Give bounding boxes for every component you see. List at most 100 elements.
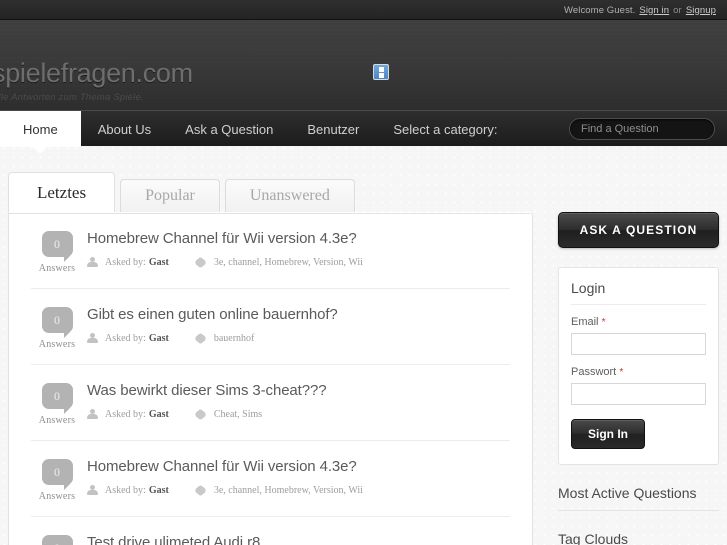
asked-by-group: Asked by: Gast xyxy=(87,257,169,268)
required-mark: * xyxy=(601,317,606,328)
question-author[interactable]: Gast xyxy=(149,257,169,268)
question-tags[interactable]: Cheat, Sims xyxy=(214,409,262,420)
question-author[interactable]: Gast xyxy=(149,409,169,420)
answers-label: Answers xyxy=(38,339,76,350)
sidebar: ASK A QUESTION Login Email * Passwort * … xyxy=(558,212,719,545)
most-active-questions-heading: Most Active Questions xyxy=(558,485,719,511)
logo-tagline: Alle Antworten zum Thema Spiele. xyxy=(0,92,144,103)
tag-icon xyxy=(195,409,208,420)
login-title: Login xyxy=(571,280,706,305)
password-label: Passwort * xyxy=(571,366,706,378)
question-body: Test drive ulimeted Audi r8 Asked by: Ga… xyxy=(83,534,510,545)
password-label-text: Passwort xyxy=(571,366,617,378)
question-body: Gibt es einen guten online bauernhof? As… xyxy=(83,306,510,344)
top-utility-links: Welcome Guest. Sign in or Signup xyxy=(564,0,716,20)
question-body: Was bewirkt dieser Sims 3-cheat??? Asked… xyxy=(83,382,510,420)
nav-item-ask-a-question[interactable]: Ask a Question xyxy=(168,111,290,147)
welcome-text: Welcome Guest. xyxy=(563,4,636,16)
question-title[interactable]: Homebrew Channel für Wii version 4.3e? xyxy=(87,230,510,248)
broken-image-icon xyxy=(373,64,389,80)
answer-count: 0 Answers xyxy=(31,458,83,502)
ask-a-question-button[interactable]: ASK A QUESTION xyxy=(558,212,719,248)
question-title[interactable]: Gibt es einen guten online bauernhof? xyxy=(87,306,510,324)
signup-link[interactable]: Signup xyxy=(686,5,716,16)
people-icon xyxy=(87,333,100,344)
answer-count: 0 Answers xyxy=(31,382,83,426)
answer-count-value: 0 xyxy=(54,236,60,251)
tag-icon xyxy=(195,257,208,268)
asked-by-group: Asked by: Gast xyxy=(87,409,169,420)
question-meta: Asked by: Gast 3e, channel, Homebrew, Ve… xyxy=(87,257,510,268)
main-content: Letztes Popular Unanswered 0 Answers Hom… xyxy=(0,146,727,545)
nav-item-select-a-category[interactable]: Select a category: xyxy=(376,111,514,147)
question-meta: Asked by: Gast Cheat, Sims xyxy=(87,409,510,420)
question-list: 0 Answers Homebrew Channel für Wii versi… xyxy=(9,213,532,545)
answer-count: 0 Answers xyxy=(31,306,83,350)
tab-popular[interactable]: Popular xyxy=(120,178,220,212)
question-row[interactable]: 0 Answers Test drive ulimeted Audi r8 As… xyxy=(31,517,510,545)
or-separator: or xyxy=(673,4,682,16)
question-title[interactable]: Homebrew Channel für Wii version 4.3e? xyxy=(87,458,510,476)
question-tags[interactable]: bauernhof xyxy=(214,333,255,344)
answers-label: Answers xyxy=(38,415,76,426)
answer-count-value: 0 xyxy=(42,535,73,545)
asked-by-prefix: Asked by: xyxy=(105,333,146,344)
question-row[interactable]: 0 Answers Homebrew Channel für Wii versi… xyxy=(31,441,510,517)
tab-unanswered[interactable]: Unanswered xyxy=(224,178,355,212)
sign-in-button[interactable]: Sign In xyxy=(571,419,645,449)
site-header: spielefragen.com Alle Antworten zum Them… xyxy=(0,20,727,110)
main-navigation: Home About Us Ask a Question Benutzer Se… xyxy=(0,110,727,147)
answer-count-value: 0 xyxy=(54,464,60,479)
page-root: Welcome Guest. Sign in or Signup spielef… xyxy=(0,0,727,545)
question-body: Homebrew Channel für Wii version 4.3e? A… xyxy=(83,230,510,268)
question-author[interactable]: Gast xyxy=(149,485,169,496)
question-row[interactable]: 0 Answers Gibt es einen guten online bau… xyxy=(31,289,510,365)
answer-count: 0 Answers xyxy=(31,230,83,274)
answer-bubble-icon: 0 xyxy=(41,231,73,262)
answers-label: Answers xyxy=(38,263,76,274)
question-row[interactable]: 0 Answers Homebrew Channel für Wii versi… xyxy=(31,213,510,289)
answer-count: 0 Answers xyxy=(31,534,83,545)
tab-letztes[interactable]: Letztes xyxy=(8,172,116,212)
people-icon xyxy=(87,257,100,268)
search-input[interactable] xyxy=(570,123,727,135)
nav-item-about-us[interactable]: About Us xyxy=(81,111,168,147)
question-author[interactable]: Gast xyxy=(149,333,169,344)
answer-bubble-icon: 0 xyxy=(41,535,73,545)
tags-group: 3e, channel, Homebrew, Version, Wii xyxy=(195,485,363,496)
tag-clouds-heading: Tag Clouds xyxy=(558,531,719,545)
logo-title: spielefragen.com xyxy=(0,58,193,88)
email-field[interactable] xyxy=(571,333,706,355)
asked-by-prefix: Asked by: xyxy=(105,485,146,496)
question-row[interactable]: 0 Answers Was bewirkt dieser Sims 3-chea… xyxy=(31,365,510,441)
question-title[interactable]: Test drive ulimeted Audi r8 xyxy=(87,534,510,545)
sign-in-link[interactable]: Sign in xyxy=(639,5,669,16)
tag-icon xyxy=(195,485,208,496)
asked-by-prefix: Asked by: xyxy=(105,257,146,268)
question-meta: Asked by: Gast 3e, channel, Homebrew, Ve… xyxy=(87,485,510,496)
question-title[interactable]: Was bewirkt dieser Sims 3-cheat??? xyxy=(87,382,510,400)
asked-by-group: Asked by: Gast xyxy=(87,485,169,496)
tags-group: Cheat, Sims xyxy=(195,409,262,420)
answers-label: Answers xyxy=(38,491,76,502)
people-icon xyxy=(87,409,100,420)
question-body: Homebrew Channel für Wii version 4.3e? A… xyxy=(83,458,510,496)
site-logo[interactable]: spielefragen.com Alle Antworten zum Them… xyxy=(0,58,193,104)
people-icon xyxy=(87,485,100,496)
tag-icon xyxy=(195,333,208,344)
question-list-panel: 0 Answers Homebrew Channel für Wii versi… xyxy=(8,212,533,545)
top-utility-bar: Welcome Guest. Sign in or Signup xyxy=(0,0,727,20)
email-label-text: Email xyxy=(571,316,599,328)
answer-count-value: 0 xyxy=(54,388,60,403)
tags-group: 3e, channel, Homebrew, Version, Wii xyxy=(195,257,363,268)
nav-item-benutzer[interactable]: Benutzer xyxy=(290,111,376,147)
password-field[interactable] xyxy=(571,383,706,405)
search-box xyxy=(569,118,727,140)
asked-by-prefix: Asked by: xyxy=(105,409,146,420)
required-mark: * xyxy=(619,367,624,378)
answer-bubble-icon: 0 xyxy=(41,459,73,490)
answer-bubble-icon: 0 xyxy=(41,383,73,414)
nav-item-home[interactable]: Home xyxy=(0,111,81,147)
question-tags[interactable]: 3e, channel, Homebrew, Version, Wii xyxy=(214,257,363,268)
question-tags[interactable]: 3e, channel, Homebrew, Version, Wii xyxy=(214,485,363,496)
